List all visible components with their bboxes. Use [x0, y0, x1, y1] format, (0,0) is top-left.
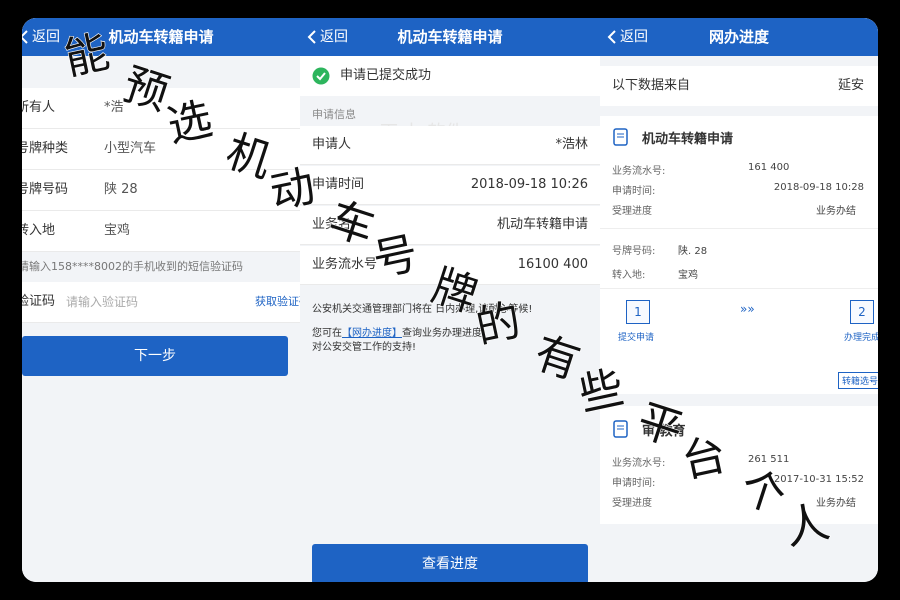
header-bar: 返回 机动车转籍申请: [22, 18, 300, 56]
plate-label: 号牌号码:: [612, 246, 656, 257]
destination-label: 转入地:: [612, 270, 646, 281]
destination-value: 宝鸡: [678, 270, 698, 281]
page-title: 网办进度: [708, 28, 769, 46]
transfer-form-screen: 返回 机动车转籍申请 所有人 *浩 号牌种类 小型汽车 号牌号码 陕 28 转入…: [22, 18, 300, 582]
step-2-label: 办理完成: [844, 333, 878, 343]
serial-value: 261 511: [748, 454, 790, 465]
page-title: 机动车转籍申请: [397, 28, 503, 46]
applicant-value: *浩林: [555, 137, 588, 152]
transfer-progress-card[interactable]: 机动车转籍申请 业务流水号: 161 400 申请时间: 2018-09-18 …: [600, 116, 878, 394]
education-progress-card[interactable]: 审 教育 业务流水号: 261 511 申请时间: 2017-10-31 15:…: [600, 406, 878, 524]
owner-value: *浩: [104, 100, 124, 115]
business-name-label: 业务名: [312, 217, 352, 232]
screenshot-frame: 返回 机动车转籍申请 所有人 *浩 号牌种类 小型汽车 号牌号码 陕 28 转入…: [22, 18, 878, 582]
apply-time-label: 申请时间:: [612, 186, 656, 197]
code-input[interactable]: 请输入验证码: [66, 282, 138, 322]
destination-value: 宝鸡: [104, 223, 131, 238]
success-text: 申请已提交成功: [340, 68, 432, 83]
progress-label: 受理进度: [612, 206, 652, 217]
plate-type-value: 小型汽车: [104, 141, 157, 156]
business-name-row: 业务名 机动车转籍申请: [300, 206, 600, 245]
plate-type-row: 号牌种类 小型汽车: [22, 129, 300, 170]
serial-label: 业务流水号:: [612, 166, 666, 177]
plate-number-label: 号牌号码: [22, 182, 69, 197]
step-1-box: 1: [626, 300, 650, 324]
apply-time-label: 申请时间:: [612, 478, 656, 489]
progress-value: 业务办结: [816, 498, 856, 509]
plate-number-row: 号牌号码 陕 28: [22, 170, 300, 211]
document-icon: [613, 128, 628, 146]
notice-line-2: 您可在【网办进度】查询业务办理进度,: [312, 324, 485, 339]
double-arrow-icon: »»: [740, 302, 755, 316]
apply-time-value: 2018-09-18 10:26: [470, 177, 588, 192]
serial-label: 业务流水号: [312, 257, 378, 272]
plate-type-label: 号牌种类: [22, 141, 69, 156]
apply-time-value: 2018-09-18 10:28: [773, 182, 864, 193]
progress-screen: 返回 网办进度 以下数据来自 延安 机动车转籍申请 业务流水号: 161 400…: [600, 18, 878, 582]
submit-success-screen: 返回 机动车转籍申请 申请已提交成功 申请信息 下 办 软件 申请人 *浩林 申…: [300, 18, 600, 582]
next-button[interactable]: 下一步: [22, 336, 288, 376]
document-icon: [613, 420, 628, 438]
plate-number-value: 陕 28: [104, 182, 138, 197]
owner-row: 所有人 *浩: [22, 88, 300, 129]
serial-value: 16100 400: [517, 257, 588, 272]
serial-label: 业务流水号:: [612, 458, 666, 469]
get-code-link[interactable]: 获取验证码: [255, 282, 300, 322]
plate-value: 陕. 28: [678, 246, 708, 257]
source-label: 以下数据来自: [612, 78, 691, 93]
success-banner: 申请已提交成功: [300, 56, 600, 96]
progress-label: 受理进度: [612, 498, 652, 509]
page-title: 机动车转籍申请: [108, 28, 214, 46]
notice-line-3: 对公安交管工作的支持!: [312, 342, 417, 353]
apply-time-label: 申请时间: [312, 177, 365, 192]
applicant-row: 申请人 *浩林: [300, 126, 600, 165]
select-plate-badge[interactable]: 转籍选号: [838, 372, 878, 389]
code-label: 验证码: [22, 294, 56, 309]
sms-hint: 请输入158****8002的手机收到的短信验证码: [22, 260, 243, 273]
serial-row: 业务流水号 16100 400: [300, 246, 600, 285]
header-bar: 返回 机动车转籍申请: [300, 18, 600, 56]
destination-row: 转入地 宝鸡: [22, 211, 300, 252]
serial-value: 161 400: [748, 162, 790, 173]
step-1-label: 提交申请: [618, 333, 655, 343]
step-2-box: 2: [850, 300, 874, 324]
applicant-label: 申请人: [312, 137, 352, 152]
data-source-row: 以下数据来自 延安: [600, 66, 878, 106]
business-name-value: 机动车转籍申请: [496, 217, 588, 232]
header-bar: 返回 网办进度: [600, 18, 878, 56]
apply-time-row: 申请时间 2018-09-18 10:26: [300, 166, 600, 205]
section-label: 申请信息: [312, 108, 356, 121]
notice-line-1: 公安机关交通管理部门将在 日内办理,请耐心等候!: [312, 304, 533, 315]
card-title: 机动车转籍申请: [642, 132, 734, 147]
source-value[interactable]: 延安: [838, 66, 864, 106]
verification-row: 验证码 请输入验证码 获取验证码: [22, 282, 300, 323]
destination-label: 转入地: [22, 223, 56, 238]
apply-time-value: 2017-10-31 15:52: [773, 474, 864, 485]
card-title: 审 教育: [642, 424, 686, 439]
check-circle-icon: [312, 67, 330, 85]
owner-label: 所有人: [22, 100, 56, 115]
progress-value: 业务办结: [816, 206, 856, 217]
view-progress-button[interactable]: 查看进度: [312, 544, 588, 582]
